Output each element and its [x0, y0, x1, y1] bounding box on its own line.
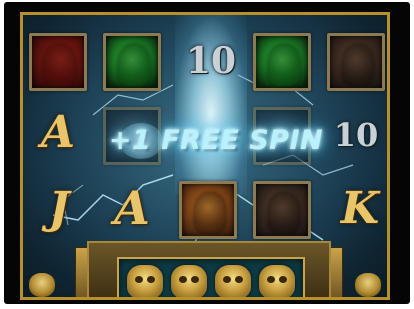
green-warrior-icon	[268, 44, 300, 86]
symbol-red-demon-tile	[29, 33, 87, 91]
gold-skull-icon	[215, 265, 251, 297]
symbol-king: K	[340, 183, 380, 234]
symbol-jack: J	[48, 183, 70, 234]
bonus-tray	[87, 241, 331, 297]
symbol-ace-left: A	[40, 107, 76, 158]
green-warrior-icon	[118, 44, 150, 86]
symbol-fire-beast-tile	[179, 181, 237, 239]
bonus-tray-slots	[117, 257, 305, 297]
gold-skull-icon	[171, 265, 207, 297]
dark-knight-icon	[342, 44, 374, 86]
symbol-ten-right: 10	[333, 116, 379, 154]
symbol-green-warrior-tile	[103, 33, 161, 91]
red-demon-icon	[44, 44, 76, 86]
gold-skull-icon	[127, 265, 163, 297]
game-screen: 10 A 10 J A K +1 FREE SPIN	[0, 0, 414, 309]
symbol-dark-knight-tile	[253, 181, 311, 239]
slot-reel-frame: 10 A 10 J A K +1 FREE SPIN	[20, 12, 390, 300]
dark-knight-icon	[268, 192, 300, 234]
free-spin-banner: +1 FREE SPIN	[108, 125, 324, 156]
symbol-ten: 10	[185, 40, 237, 82]
fire-beast-icon	[194, 192, 226, 234]
gold-skull-icon	[259, 265, 295, 297]
symbol-ace-bottom: A	[114, 181, 150, 235]
symbol-green-warrior-tile	[253, 33, 311, 91]
symbol-dark-knight-tile	[327, 33, 385, 91]
corner-skull-icon	[29, 273, 55, 297]
corner-skull-icon	[355, 273, 381, 297]
